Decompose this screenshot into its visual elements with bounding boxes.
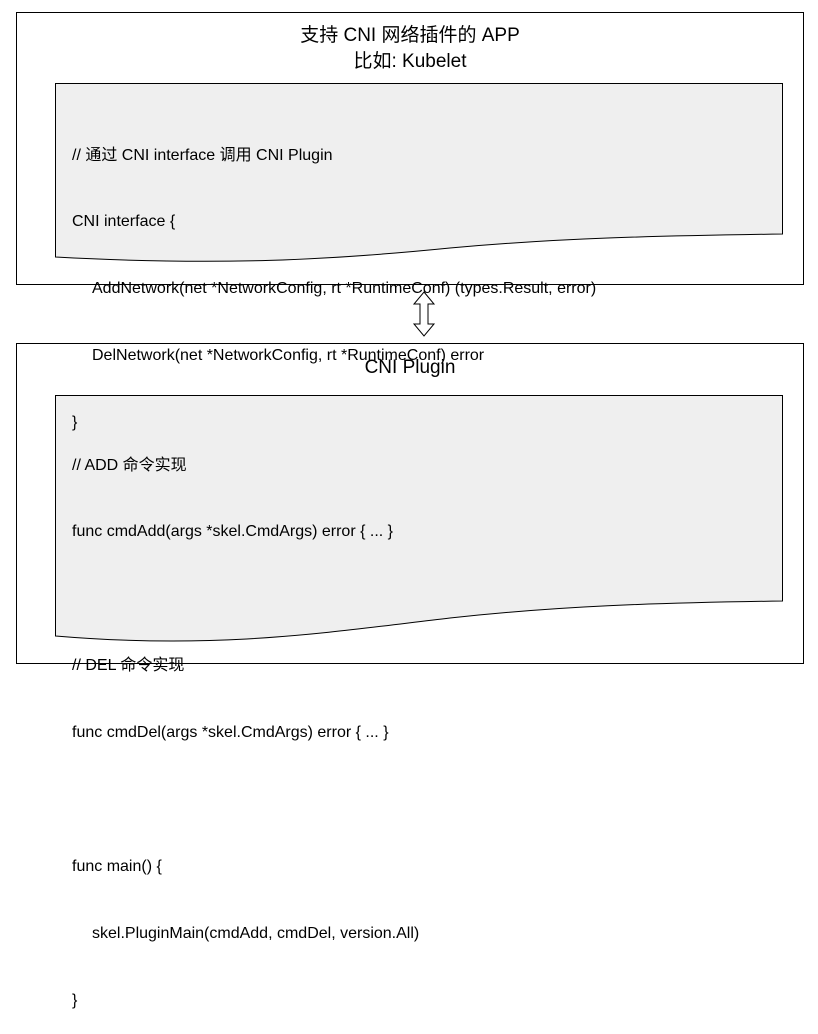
code-comment: // DEL 命令实现 [72,657,185,675]
code-line: skel.PluginMain(cmdAdd, cmdDel, version.… [92,924,420,942]
code-line: } [72,991,78,1009]
app-title-line2: 比如: Kubelet [353,51,467,72]
app-code-block: // 通过 CNI interface 调用 CNI Plugin CNI in… [72,100,596,457]
code-line: func main() { [72,857,162,875]
code-line: CNI interface { [72,213,176,231]
app-title: 支持 CNI 网络插件的 APP 比如: Kubelet [16,23,804,75]
code-comment: // ADD 命令实现 [72,456,187,474]
plugin-code-block: // ADD 命令实现 func cmdAdd(args *skel.CmdAr… [72,410,419,1034]
code-blank [72,789,419,811]
code-line: func cmdDel(args *skel.CmdArgs) error { … [72,724,389,742]
app-title-line1: 支持 CNI 网络插件的 APP [300,25,520,46]
code-blank [72,588,419,610]
code-line: func cmdAdd(args *skel.CmdArgs) error { … [72,523,393,541]
code-comment: // 通过 CNI interface 调用 CNI Plugin [72,146,333,164]
plugin-title: CNI Plugin [364,357,456,378]
code-line: AddNetwork(net *NetworkConfig, rt *Runti… [92,280,597,298]
